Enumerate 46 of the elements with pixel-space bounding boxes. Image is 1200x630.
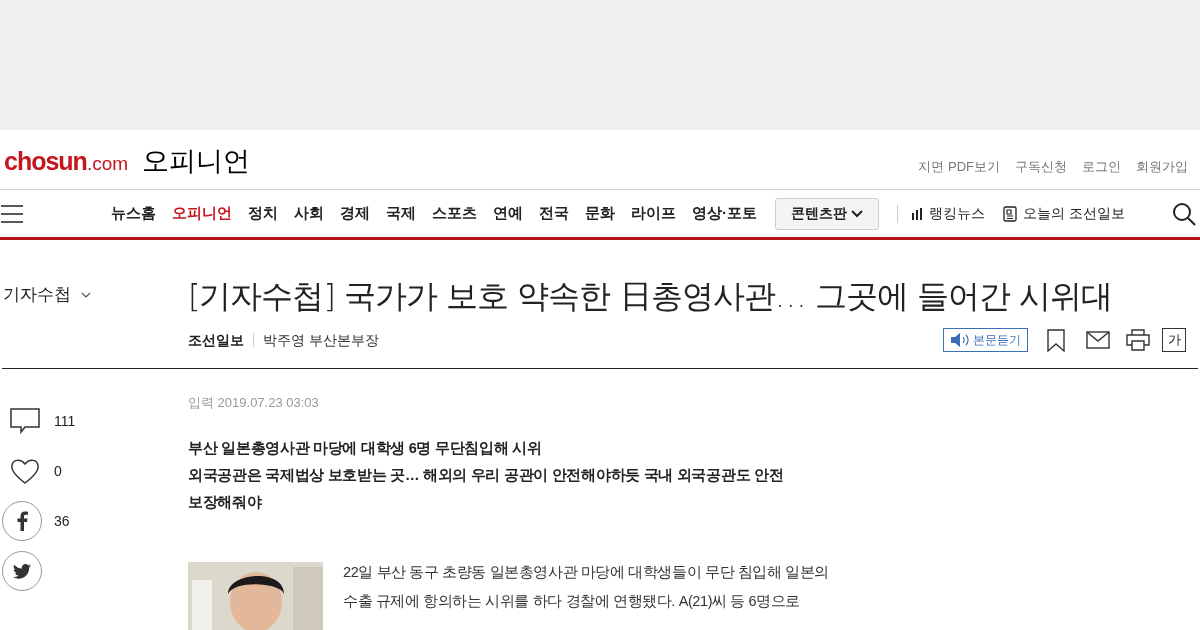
- menu-icon[interactable]: [1, 204, 23, 223]
- share-count: 111: [54, 411, 76, 431]
- publish-date: 입력 2019.07.23 03:03: [188, 394, 320, 412]
- top-link[interactable]: 로그인: [1082, 156, 1121, 177]
- nav-link[interactable]: 문화: [585, 202, 615, 225]
- today-paper-link[interactable]: 오늘의 조선일보: [1003, 203, 1125, 224]
- font-size-button[interactable]: 가: [1162, 328, 1186, 352]
- comment-icon[interactable]: [9, 407, 41, 435]
- nav-link[interactable]: 연예: [493, 202, 523, 225]
- nav-link[interactable]: 영상·포토: [692, 202, 757, 225]
- section-title: 오피니언: [142, 147, 251, 174]
- search-icon[interactable]: [1172, 201, 1196, 226]
- bookmark-icon[interactable]: [1047, 328, 1065, 352]
- nav-link[interactable]: 스포츠: [432, 202, 477, 225]
- heart-icon[interactable]: [9, 457, 41, 485]
- nav-link[interactable]: 오피니언: [172, 202, 232, 225]
- nav-link[interactable]: 정치: [248, 202, 278, 225]
- chevron-down-icon: [851, 209, 863, 218]
- top-link[interactable]: 구독신청: [1015, 156, 1067, 177]
- nav-link[interactable]: 국제: [386, 202, 416, 225]
- print-icon[interactable]: [1126, 329, 1150, 351]
- article-body: 22일 부산 동구 초량동 일본총영사관 마당에 대학생들이 무단 침입해 일본의 수출 규제에 항의하는 시위를 하다 경찰에 연행됐다. A(21)씨 등 6명으로: [343, 562, 830, 611]
- nav-link[interactable]: 전국: [539, 202, 569, 225]
- ranking-news-link[interactable]: 랭킹뉴스: [912, 203, 985, 224]
- listen-button[interactable]: 본문듣기: [943, 328, 1028, 352]
- top-link[interactable]: 회원가입: [1136, 156, 1188, 177]
- share-count: 36: [54, 511, 70, 531]
- author-name: 박주영 부산본부장: [263, 330, 379, 350]
- subheading: 외국공관은 국제법상 보호받는 곳… 해외의 우리 공관이 안전해야하듯 국내 외국공관도 안전 보장해줘야: [188, 465, 785, 512]
- speaker-icon: [950, 333, 970, 347]
- subheading: 부산 일본총영사관 마당에 대학생 6명 무단침입해 시위: [188, 438, 543, 458]
- nav-link[interactable]: 뉴스홈: [111, 202, 156, 225]
- content-menu-button[interactable]: 콘텐츠판: [775, 197, 879, 230]
- top-link[interactable]: 지면 PDF보기: [918, 156, 1000, 177]
- nav-link[interactable]: 라이프: [631, 202, 676, 225]
- share-count: 0: [54, 461, 62, 481]
- mail-icon[interactable]: [1086, 331, 1110, 349]
- nav-link[interactable]: 경제: [340, 202, 370, 225]
- bar-chart-icon: [912, 207, 923, 220]
- headline: [기자수첩] 국가가 보호 약속한 日총영사관… 그곳에 들어간 시위대: [188, 276, 1114, 317]
- site-logo[interactable]: chosun.com: [4, 145, 129, 174]
- newspaper-icon: [1003, 205, 1017, 222]
- nav-link[interactable]: 사회: [294, 202, 324, 225]
- publisher-name: 조선일보: [188, 330, 244, 350]
- category-dropdown[interactable]: 기자수첩: [3, 282, 91, 308]
- chevron-down-icon: [81, 291, 91, 298]
